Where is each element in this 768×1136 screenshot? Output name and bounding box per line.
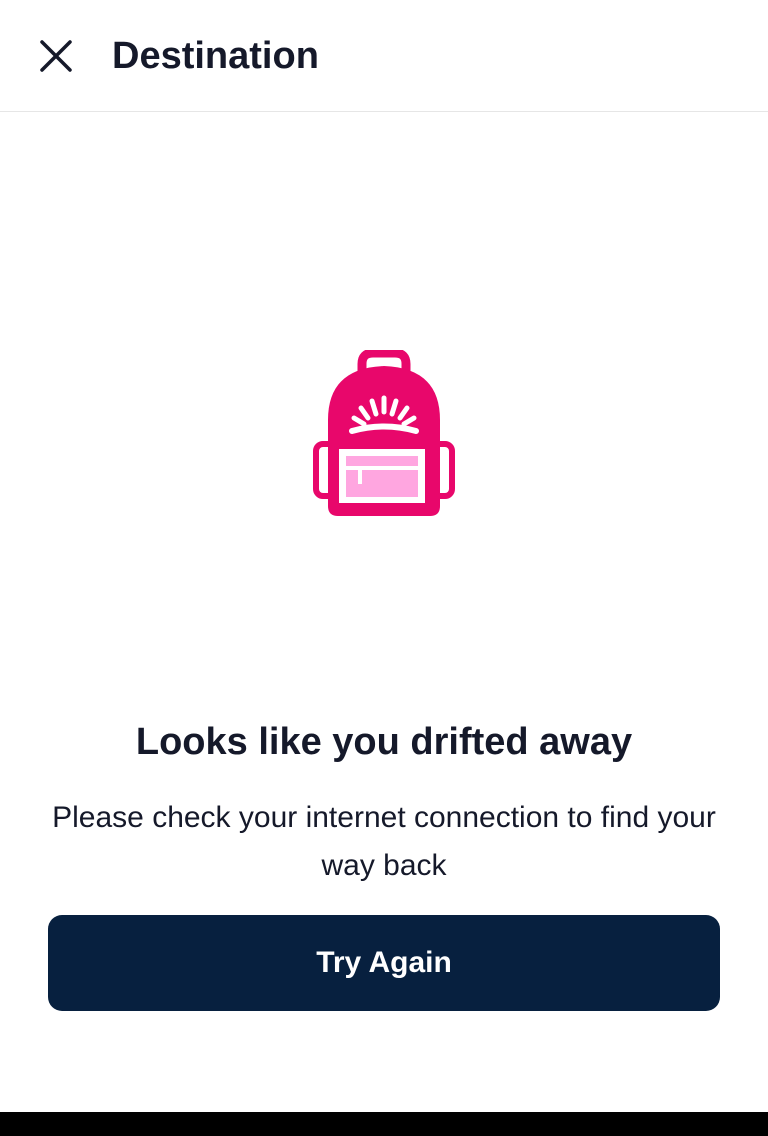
error-headline: Looks like you drifted away: [135, 721, 633, 763]
app-header: Destination: [0, 0, 768, 112]
offline-screen: Destination Looks like you drifted away …: [0, 0, 768, 1136]
page-title: Destination: [112, 35, 319, 77]
try-again-label: Try Again: [316, 946, 452, 979]
close-icon: [40, 40, 72, 72]
system-navigation-bar: [0, 1112, 768, 1136]
close-button[interactable]: [26, 26, 86, 86]
error-message: Please check your internet connection to…: [52, 801, 716, 882]
backpack-icon: [313, 350, 455, 516]
try-again-button[interactable]: Try Again: [48, 915, 720, 1011]
